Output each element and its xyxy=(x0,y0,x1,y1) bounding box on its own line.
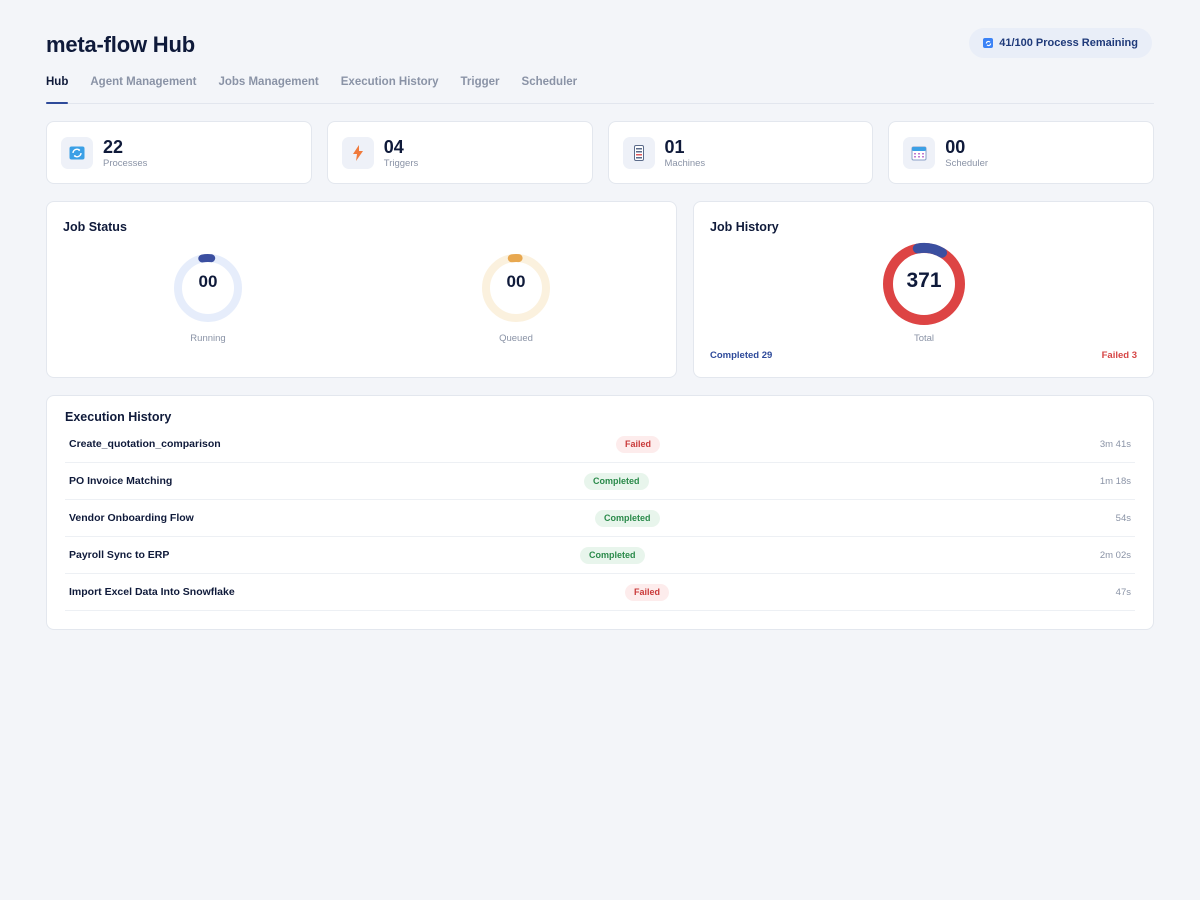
job-status-title: Job Status xyxy=(63,220,127,234)
table-row[interactable]: Import Excel Data Into Snowflake Failed … xyxy=(65,574,1135,611)
stat-label: Machines xyxy=(664,157,706,169)
process-name: Vendor Onboarding Flow xyxy=(69,512,194,524)
completed-count-label: Completed 29 xyxy=(710,350,773,361)
job-status-panel: Job Status 00 Running 00 Queued xyxy=(46,201,677,378)
queued-label: Queued xyxy=(499,333,533,344)
process-name: Create_quotation_comparison xyxy=(69,438,221,450)
status-badge: Failed xyxy=(616,435,661,453)
job-history-title: Job History xyxy=(710,220,779,234)
running-count: 00 xyxy=(198,272,218,291)
stat-label: Triggers xyxy=(383,157,419,169)
lightning-icon xyxy=(341,136,374,169)
stat-card-scheduler[interactable]: 00 Scheduler xyxy=(888,121,1154,184)
queued-count: 00 xyxy=(506,272,526,291)
table-row[interactable]: Create_quotation_comparison Failed 3m 41… xyxy=(65,426,1135,463)
refresh-icon xyxy=(983,38,994,48)
process-name: Import Excel Data Into Snowflake xyxy=(69,586,235,598)
stat-card-triggers[interactable]: 04 Triggers xyxy=(326,121,593,184)
running-gauge: 00 Running xyxy=(168,248,248,344)
stat-value: 04 xyxy=(383,136,404,157)
duration: 1m 18s xyxy=(1099,475,1131,487)
stat-cards: 22 Processes 04 Triggers 01 Machines 00 … xyxy=(46,121,1154,184)
table-row[interactable]: PO Invoice Matching Completed 1m 18s xyxy=(65,463,1135,500)
stat-card-processes[interactable]: 22 Processes xyxy=(46,121,312,184)
queued-gauge: 00 Queued xyxy=(476,248,556,344)
tab-execution-history[interactable]: Execution History xyxy=(341,72,439,103)
stat-value: 01 xyxy=(664,136,685,157)
refresh-icon xyxy=(61,136,93,169)
status-badge: Failed xyxy=(625,583,670,601)
process-name: Payroll Sync to ERP xyxy=(69,549,170,561)
job-history-donut: 371 Total xyxy=(880,240,968,344)
page-header: meta-flow Hub 41/100 Process Remaining xyxy=(46,28,1154,64)
tab-bar: Hub Agent Management Jobs Management Exe… xyxy=(46,72,1154,104)
execution-history-panel: Execution History Create_quotation_compa… xyxy=(46,395,1154,630)
tab-hub[interactable]: Hub xyxy=(46,72,69,104)
stat-card-machines[interactable]: 01 Machines xyxy=(607,121,874,184)
server-icon xyxy=(622,136,655,169)
process-quota-badge[interactable]: 41/100 Process Remaining xyxy=(969,28,1152,58)
tab-trigger[interactable]: Trigger xyxy=(461,72,500,103)
stat-value: 22 xyxy=(103,136,124,157)
stat-label: Scheduler xyxy=(945,157,989,169)
stat-label: Processes xyxy=(103,157,148,169)
failed-count-label: Failed 3 xyxy=(1101,350,1137,361)
status-badge: Completed xyxy=(595,509,660,527)
duration: 2m 02s xyxy=(1099,549,1131,561)
job-history-panel: Job History 371 Total Completed 29 Faile… xyxy=(693,201,1154,378)
quota-label: 41/100 Process Remaining xyxy=(999,37,1138,49)
job-history-total-label: Total xyxy=(913,333,935,344)
stat-value: 00 xyxy=(945,136,966,157)
status-badge: Completed xyxy=(580,546,645,564)
execution-history-title: Execution History xyxy=(65,410,172,424)
tab-agent-management[interactable]: Agent Management xyxy=(90,72,196,103)
tab-jobs-management[interactable]: Jobs Management xyxy=(218,72,318,103)
process-name: PO Invoice Matching xyxy=(69,475,173,487)
tab-scheduler[interactable]: Scheduler xyxy=(522,72,578,103)
table-row[interactable]: Vendor Onboarding Flow Completed 54s xyxy=(65,500,1135,537)
running-label: Running xyxy=(190,333,226,344)
duration: 3m 41s xyxy=(1099,438,1131,450)
calendar-icon xyxy=(903,136,936,169)
job-history-total: 371 xyxy=(906,269,942,292)
dashboard: meta-flow Hub 41/100 Process Remaining H… xyxy=(46,28,1154,630)
table-row[interactable]: Payroll Sync to ERP Completed 2m 02s xyxy=(65,537,1135,574)
duration: 47s xyxy=(1115,586,1131,598)
overview-row: Job Status 00 Running 00 Queued Job Hist… xyxy=(46,201,1154,378)
duration: 54s xyxy=(1115,512,1131,524)
status-badge: Completed xyxy=(584,472,649,490)
